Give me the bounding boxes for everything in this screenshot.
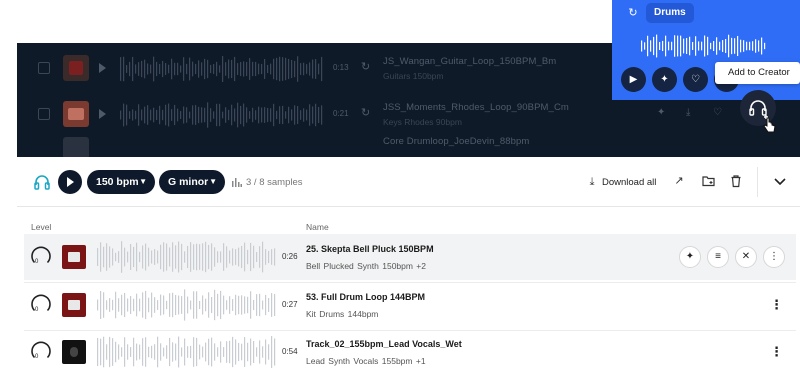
sample-thumbnail <box>62 245 86 269</box>
sparkle-button[interactable]: ✦ <box>679 246 701 268</box>
sample-name: JS_Wangan_Guitar_Loop_150BPM_Bm <box>383 56 557 67</box>
waveform <box>641 34 766 58</box>
key-value: G minor <box>168 176 209 188</box>
row-checkbox[interactable] <box>38 62 50 74</box>
sparkle-icon: ✦ <box>685 251 695 262</box>
sample-name: JSS_Moments_Rhodes_Loop_90BPM_Cm <box>383 102 569 113</box>
table-row[interactable]: 0 0:26 25. Skepta Bell Pluck 150BPM Bell… <box>24 234 796 280</box>
sample-thumbnail <box>62 293 86 317</box>
divider <box>757 167 758 197</box>
remove-button[interactable]: ✕ <box>735 246 757 268</box>
duration: 0:13 <box>333 63 349 72</box>
download-icon: ⤓ <box>589 176 595 188</box>
play-icon[interactable]: ▶ <box>621 67 646 92</box>
sample-name[interactable]: 53. Full Drum Loop 144BPM <box>306 292 425 302</box>
headphones-icon[interactable] <box>33 174 51 190</box>
bars-icon <box>232 178 242 187</box>
chevron-down-icon: ▼ <box>209 177 217 186</box>
column-header-level: Level <box>31 222 52 232</box>
sparkle-icon[interactable]: ✦ <box>652 67 677 92</box>
level-gauge[interactable] <box>30 293 52 315</box>
duration: 0:21 <box>333 109 349 118</box>
table-row[interactable]: 0 0:27 53. Full Drum Loop 144BPM Kit Dru… <box>24 282 796 328</box>
background-row[interactable]: Core Drumloop_JoeDevin_88bpm <box>17 135 800 157</box>
sample-thumbnail <box>63 137 89 157</box>
sample-name: Core Drumloop_JoeDevin_88bpm <box>383 136 530 147</box>
heart-icon[interactable]: ♡ <box>713 107 722 118</box>
kebab-icon[interactable]: ⋮ <box>770 343 783 361</box>
chevron-down-icon[interactable] <box>773 174 787 188</box>
pointer-cursor-icon <box>763 117 776 133</box>
bpm-value: 150 bpm <box>96 176 139 188</box>
sample-thumbnail <box>63 55 89 81</box>
duration: 0:54 <box>282 347 298 356</box>
sample-thumbnail <box>62 340 86 364</box>
waveform <box>97 289 276 321</box>
sparkle-icon[interactable]: ✦ <box>657 107 665 118</box>
level-value: 0 <box>35 259 39 265</box>
sample-tags: Kit Drums 144bpm <box>306 309 379 319</box>
play-icon[interactable] <box>99 109 106 119</box>
duration: 0:27 <box>282 300 298 309</box>
bpm-select[interactable]: 150 bpm ▼ <box>87 170 155 194</box>
level-value: 0 <box>35 307 39 313</box>
level-gauge[interactable] <box>30 245 52 267</box>
loop-icon: ↻ <box>628 7 638 19</box>
sample-name[interactable]: Track_02_155bpm_Lead Vocals_Wet <box>306 339 462 349</box>
share-icon[interactable]: ↗ <box>672 174 686 188</box>
download-all-button[interactable]: Download all <box>602 177 656 188</box>
trash-icon[interactable] <box>729 174 743 188</box>
sample-tags: Guitars 150bpm <box>383 71 444 81</box>
sample-preview-popup: ↻ Drums ▶ ✦ ♡ <box>612 0 800 100</box>
play-all-button[interactable] <box>58 170 82 194</box>
sample-count: 3 / 8 samples <box>246 177 303 188</box>
key-select[interactable]: G minor ▼ <box>159 170 225 194</box>
download-icon[interactable]: ⤓ <box>686 107 690 118</box>
sample-tags: Lead Synth Vocals 155bpm +1 <box>306 356 426 366</box>
waveform <box>97 241 276 273</box>
kebab-icon: ⋮ <box>769 251 779 262</box>
sample-tags: Keys Rhodes 90bpm <box>383 117 462 127</box>
level-value: 0 <box>35 354 39 360</box>
loop-icon: ↻ <box>361 107 371 119</box>
waveform <box>97 336 276 368</box>
play-icon[interactable] <box>99 63 106 73</box>
waveform <box>120 102 323 128</box>
sliders-icon: ≡ <box>715 251 721 262</box>
kebab-icon[interactable]: ⋮ <box>770 296 783 314</box>
chevron-down-icon: ▼ <box>139 177 147 186</box>
add-to-creator-tooltip: Add to Creator <box>715 62 800 84</box>
waveform <box>120 56 323 82</box>
background-row[interactable]: 0:21 ↻ JSS_Moments_Rhodes_Loop_90BPM_Cm … <box>17 95 800 135</box>
folder-add-icon[interactable] <box>702 174 716 188</box>
table-row[interactable]: 0 0:54 Track_02_155bpm_Lead Vocals_Wet L… <box>24 329 796 375</box>
sample-tags: Bell Plucked Synth 150bpm +2 <box>306 261 427 271</box>
heart-icon[interactable]: ♡ <box>683 67 708 92</box>
more-button[interactable]: ⋮ <box>763 246 785 268</box>
loop-icon: ↻ <box>361 61 371 73</box>
duration: 0:26 <box>282 252 298 261</box>
sample-thumbnail <box>63 101 89 127</box>
category-tag[interactable]: Drums <box>646 3 694 23</box>
level-gauge[interactable] <box>30 340 52 362</box>
sliders-button[interactable]: ≡ <box>707 246 729 268</box>
close-icon: ✕ <box>741 251 751 262</box>
sample-name[interactable]: 25. Skepta Bell Pluck 150BPM <box>306 244 434 254</box>
row-checkbox[interactable] <box>38 108 50 120</box>
toolbar: 150 bpm ▼ G minor ▼ 3 / 8 samples ⤓ Down… <box>17 157 800 207</box>
column-header-name: Name <box>306 222 329 232</box>
